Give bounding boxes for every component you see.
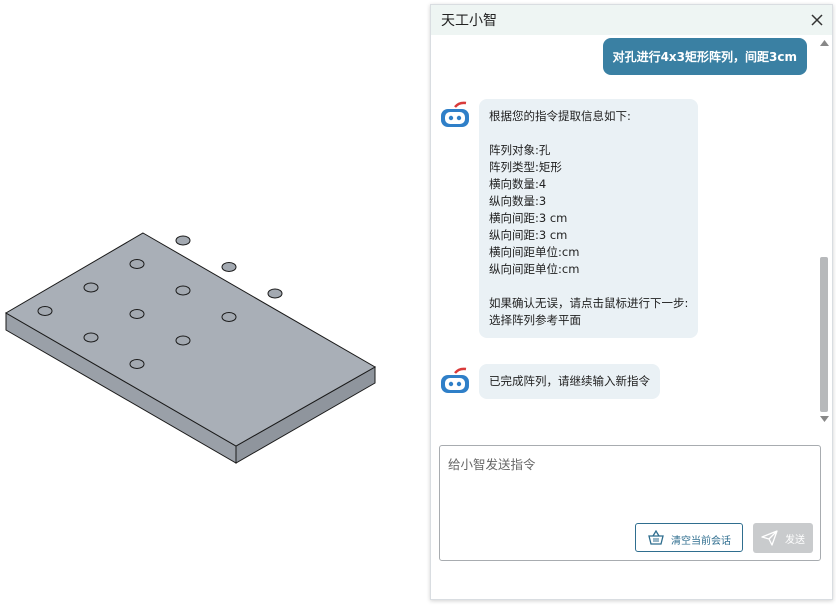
bot-message-line: 横向间距单位:cm: [489, 245, 580, 259]
bot-message: 根据您的指令提取信息如下: 阵列对象:孔 阵列类型:矩形 横向数量:4 纵向数量…: [479, 99, 699, 338]
message-composer: 清空当前会话 发送: [439, 445, 821, 561]
assistant-panel: 天工小智 对孔进行4x3矩形阵列，间距3cm 根据您的指令提取信息如下: 阵列对…: [430, 4, 833, 600]
message-input[interactable]: [446, 452, 810, 516]
basket-icon: [648, 530, 664, 545]
hole[interactable]: [267, 288, 283, 299]
send-button[interactable]: 发送: [753, 523, 813, 553]
bot-message-line: 选择阵列参考平面: [489, 313, 581, 327]
hole[interactable]: [221, 262, 237, 272]
hole[interactable]: [129, 359, 145, 369]
bot-message-line: 纵向间距:3 cm: [489, 228, 568, 242]
hole[interactable]: [175, 335, 191, 346]
message-list[interactable]: 对孔进行4x3矩形阵列，间距3cm 根据您的指令提取信息如下: 阵列对象:孔 阵…: [431, 35, 817, 425]
hole[interactable]: [129, 309, 145, 319]
hole[interactable]: [83, 282, 99, 293]
close-icon[interactable]: [808, 11, 826, 29]
bot-message-line: [489, 125, 688, 142]
send-icon: [761, 530, 778, 546]
panel-title: 天工小智: [441, 13, 497, 29]
plate-model[interactable]: [0, 0, 430, 606]
bot-message-line: 已完成阵列，请继续输入新指令: [489, 374, 650, 388]
user-message: 对孔进行4x3矩形阵列，间距3cm: [602, 38, 807, 75]
bot-message-line: [489, 278, 688, 295]
message-scrollbar[interactable]: [817, 35, 832, 425]
bot-avatar-icon: [441, 101, 469, 127]
bot-message-line: 横向数量:4: [489, 177, 547, 191]
scroll-down-icon[interactable]: [820, 416, 829, 422]
bot-message-line: 根据您的指令提取信息如下:: [489, 109, 631, 123]
hole[interactable]: [175, 285, 191, 296]
scroll-up-icon[interactable]: [820, 40, 829, 46]
bot-message-line: 纵向数量:3: [489, 194, 547, 208]
bot-message-line: 横向间距:3 cm: [489, 211, 568, 225]
hole[interactable]: [175, 235, 191, 246]
bot-message-line: 阵列对象:孔: [489, 143, 551, 157]
3d-viewport[interactable]: [0, 0, 430, 606]
bot-message-line: 纵向间距单位:cm: [489, 262, 580, 276]
bot-message: 已完成阵列，请继续输入新指令: [479, 364, 660, 399]
send-label: 发送: [785, 535, 805, 546]
bot-message-line: 阵列类型:矩形: [489, 160, 562, 174]
clear-session-button[interactable]: 清空当前会话: [635, 523, 743, 552]
hole[interactable]: [37, 306, 53, 316]
bot-avatar-icon: [441, 367, 469, 393]
scroll-thumb[interactable]: [820, 257, 828, 412]
hole[interactable]: [221, 312, 237, 322]
clear-session-label: 清空当前会话: [671, 536, 731, 547]
hole[interactable]: [83, 332, 99, 343]
hole[interactable]: [129, 259, 145, 269]
bot-message-line: 如果确认无误，请点击鼠标进行下一步:: [489, 296, 689, 310]
panel-header: 天工小智: [431, 5, 832, 35]
